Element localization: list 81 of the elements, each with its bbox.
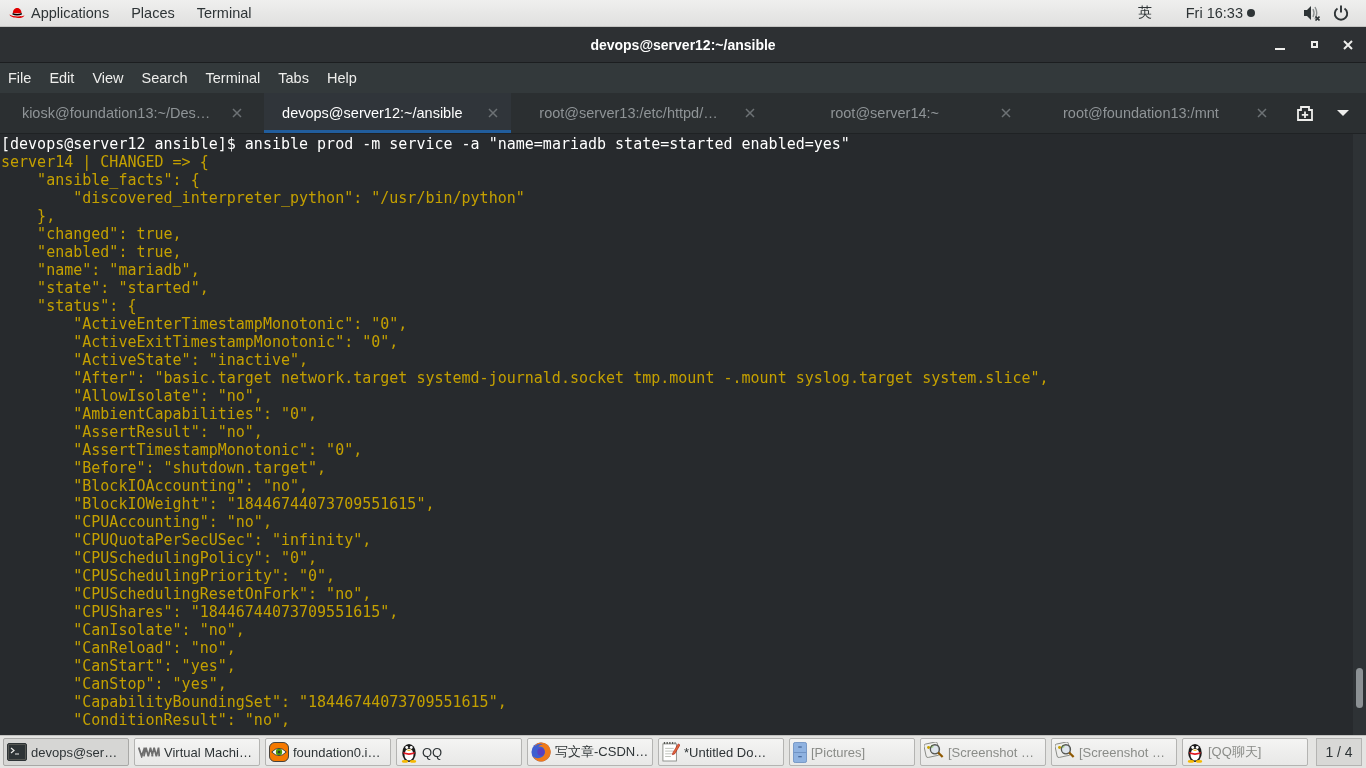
- terminal-line: "CapabilityBoundingSet": "18446744073709551615",: [73, 693, 507, 711]
- taskbar-button[interactable]: *Untitled Do…: [658, 738, 784, 766]
- terminal-line: "CanIsolate": "no",: [73, 621, 245, 639]
- window-title: devops@server12:~/ansible: [590, 36, 776, 53]
- terminal-line: "name": "mariadb",: [37, 261, 200, 279]
- terminal-line: "CPUSchedulingPriority": "0",: [73, 567, 336, 585]
- dot-icon: [1247, 9, 1255, 17]
- top-bar-menu[interactable]: Applications: [31, 5, 110, 21]
- close-icon[interactable]: [232, 108, 243, 118]
- terminal-line: "After": "basic.target network.target systemd-journald.socket tmp.mount -.mount syslog.target system.slice",: [73, 369, 1049, 387]
- terminal-line: "ansible_facts": {: [37, 171, 200, 189]
- menu-item[interactable]: View: [92, 70, 124, 86]
- terminal-line: "Before": "shutdown.target",: [73, 459, 327, 477]
- terminal-line: [devops@server12 ansible]$ ansible prod -m service -a "name=mariadb state=started enabled=yes": [1, 135, 850, 153]
- menu-item[interactable]: File: [8, 70, 32, 86]
- menu-item[interactable]: Help: [326, 70, 357, 86]
- striped-bars-icon: [138, 746, 160, 758]
- terminal-line: "ActiveExitTimestampMonotonic": "0",: [73, 333, 399, 351]
- power-icon[interactable]: [1333, 5, 1349, 21]
- notepad-icon: [662, 742, 680, 762]
- terminal-line: "ConditionResult": "no",: [73, 711, 290, 729]
- taskbar-button[interactable]: devops@ser…: [3, 738, 129, 766]
- hat-icon: [9, 6, 25, 20]
- terminal-line: "AssertTimestampMonotonic": "0",: [73, 441, 363, 459]
- terminal-line: "AllowIsolate": "no",: [73, 387, 263, 405]
- terminal-line: "CPUQuotaPerSecUSec": "infinity",: [73, 531, 372, 549]
- tab[interactable]: root@server13:/etc/httpd/…: [520, 93, 768, 133]
- file-cabinet-icon: [793, 741, 807, 763]
- minimize-icon: [1275, 47, 1285, 50]
- terminal-line: "BlockIOWeight": "18446744073709551615",: [73, 495, 435, 513]
- menu-item[interactable]: Terminal: [205, 70, 261, 86]
- terminal-line: "BlockIOAccounting": "no",: [73, 477, 309, 495]
- close-icon[interactable]: [744, 108, 755, 118]
- workspace-switcher[interactable]: 1 / 4: [1316, 738, 1362, 766]
- clock[interactable]: Fri 16:33: [1185, 5, 1243, 21]
- terminal-line: "state": "started",: [37, 279, 209, 297]
- top-bar-menu[interactable]: Terminal: [196, 5, 252, 21]
- close-icon[interactable]: [1257, 108, 1267, 118]
- terminal-line: "CPUShares": "18446744073709551615",: [73, 603, 399, 621]
- terminal-line: "discovered_interpreter_python": "/usr/bin/python": [73, 189, 525, 207]
- terminal-line: "AssertResult": "no",: [73, 423, 263, 441]
- close-icon[interactable]: [1000, 108, 1011, 118]
- tab[interactable]: devops@server12:~/ansible: [264, 93, 512, 133]
- terminal-line: "CPUAccounting": "no",: [73, 513, 272, 531]
- menu-item[interactable]: Search: [141, 70, 188, 86]
- taskbar-button[interactable]: 写文章-CSDN…: [527, 738, 653, 766]
- tab[interactable]: root@foundation13:/mnt: [1032, 93, 1280, 133]
- terminal-line: "CanStart": "yes",: [73, 657, 236, 675]
- close-icon[interactable]: [488, 108, 499, 118]
- terminal-icon: [7, 743, 27, 761]
- terminal-line: "status": {: [37, 297, 137, 315]
- terminal-line: "changed": true,: [37, 225, 182, 243]
- speaker-muted-icon[interactable]: [1304, 5, 1320, 21]
- terminal-line: server14 | CHANGED => {: [1, 153, 209, 171]
- terminal-line: "CPUSchedulingResetOnFork": "no",: [73, 585, 372, 603]
- penguin-icon: [1186, 741, 1204, 763]
- terminal-line: "ActiveEnterTimestampMonotonic": "0",: [73, 315, 408, 333]
- top-bar-menu[interactable]: Places: [131, 5, 175, 21]
- tab[interactable]: kiosk@foundation13:~/Des…: [8, 93, 256, 133]
- eye-icon: [269, 742, 289, 762]
- taskbar-button[interactable]: Virtual Machi…: [134, 738, 260, 766]
- new-tab-icon[interactable]: [1297, 105, 1313, 121]
- menu-item[interactable]: Tabs: [278, 70, 309, 86]
- terminal-line: "CPUSchedulingPolicy": "0",: [73, 549, 318, 567]
- input-method-indicator[interactable]: 英: [1137, 4, 1152, 22]
- close-icon: [1343, 39, 1353, 50]
- tab[interactable]: root@server14:~: [776, 93, 1024, 133]
- scrollbar-thumb[interactable]: [1356, 668, 1363, 708]
- caret-down-icon[interactable]: [1337, 110, 1349, 116]
- terminal-line: "CanStop": "yes",: [73, 675, 227, 693]
- taskbar-button[interactable]: QQ: [396, 738, 522, 766]
- terminal-line: "ActiveState": "inactive",: [73, 351, 309, 369]
- taskbar-button[interactable]: foundation0.i…: [265, 738, 391, 766]
- terminal-line: },: [37, 207, 56, 225]
- maximize-icon: [1310, 41, 1318, 48]
- menu-item[interactable]: Edit: [49, 70, 75, 86]
- terminal-line: "enabled": true,: [37, 243, 182, 261]
- terminal-line: "CanReload": "no",: [73, 639, 236, 657]
- globe-icon: [531, 742, 551, 762]
- penguin-icon: [400, 741, 418, 763]
- terminal-line: "AmbientCapabilities": "0",: [73, 405, 318, 423]
